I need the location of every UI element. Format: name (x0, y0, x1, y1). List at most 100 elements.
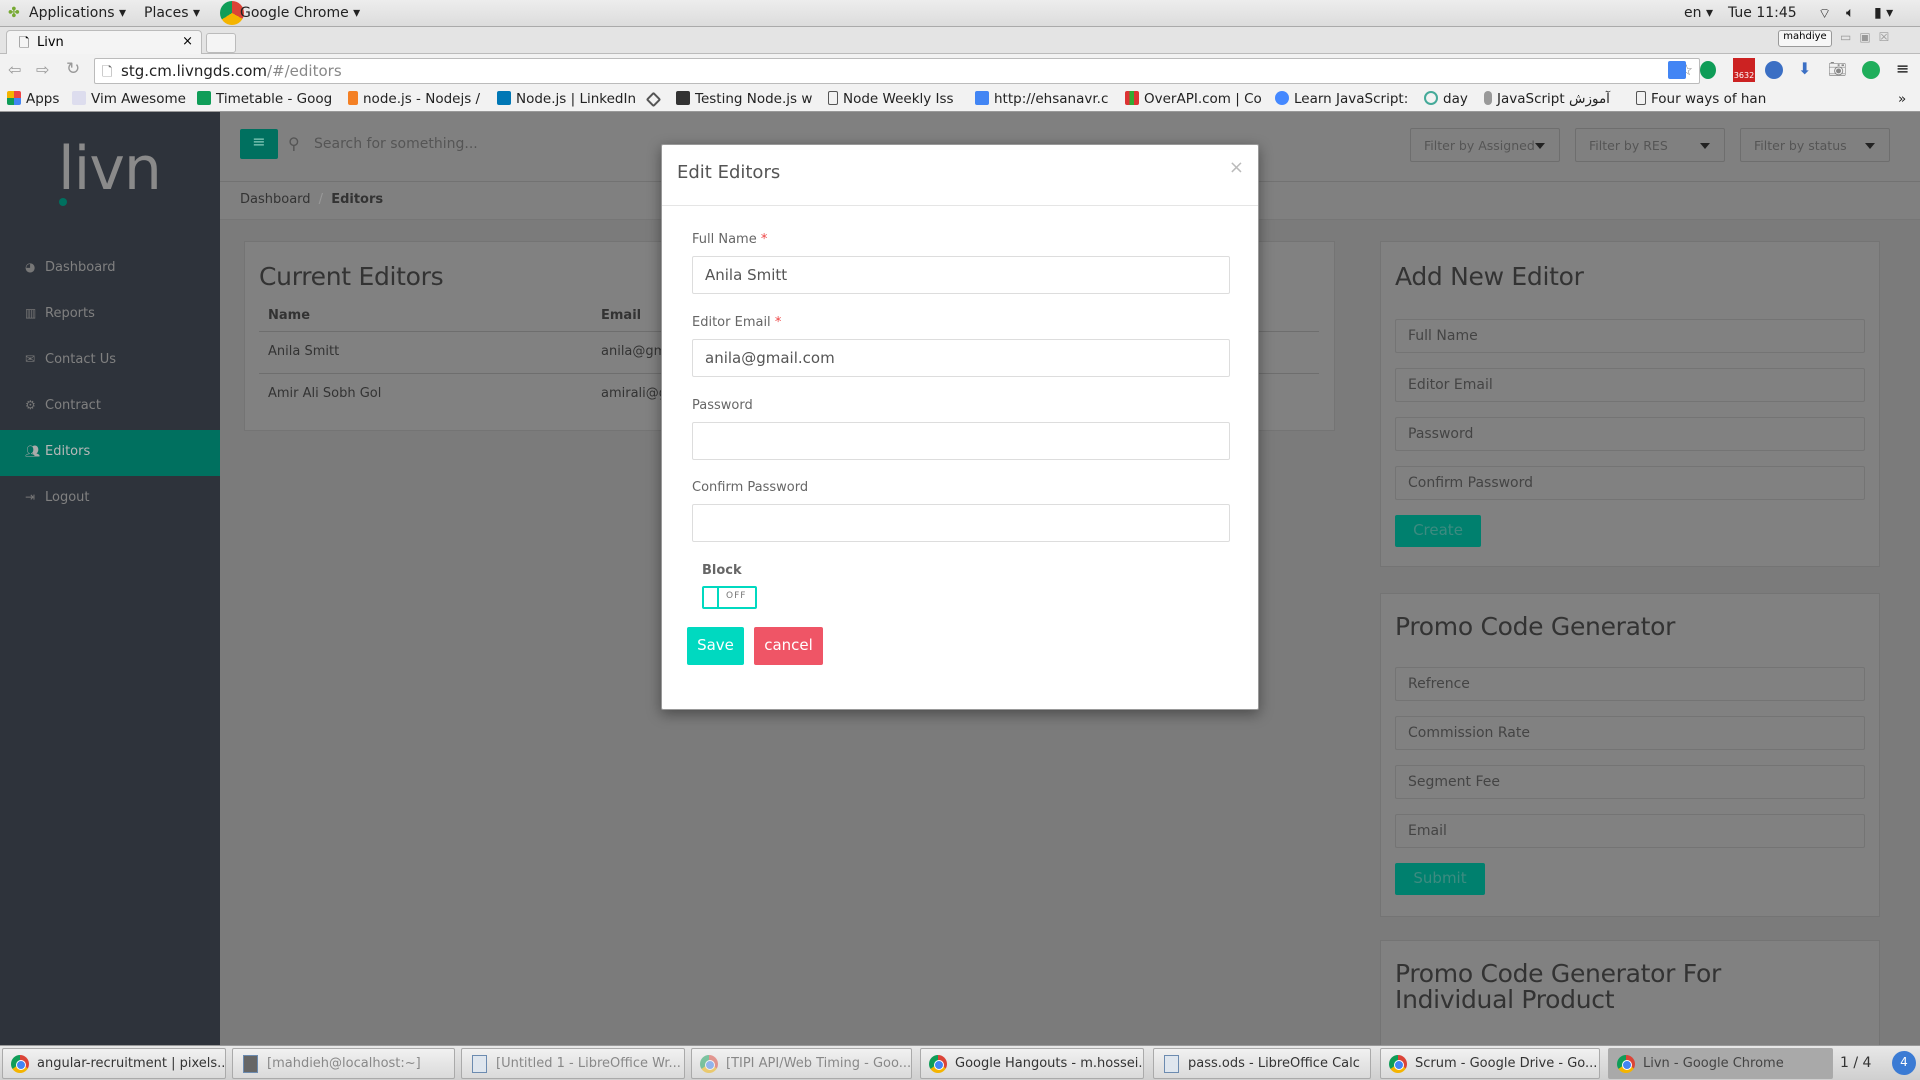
taskbar-item[interactable]: [Untitled 1 - LibreOffice Wr... (461, 1048, 685, 1079)
close-icon[interactable]: × (1229, 157, 1244, 178)
sidebar-item-dashboard[interactable]: ◕ Dashboard (0, 246, 220, 292)
applications-label: Applications (29, 5, 115, 21)
bookmark-learn-js[interactable]: Learn JavaScript: (1275, 91, 1408, 107)
envelope-icon: ✉ (25, 352, 36, 366)
filter-assigned-dropdown[interactable]: Filter by Assigned (1410, 128, 1560, 162)
taskbar-item[interactable]: pass.ods - LibreOffice Calc (1153, 1048, 1371, 1079)
battery-icon[interactable]: ▮ ▾ (1874, 5, 1893, 21)
bookmark-overapi[interactable]: OverAPI.com | Co (1125, 91, 1262, 107)
taskbar-item[interactable]: Scrum - Google Drive - Go... (1380, 1048, 1600, 1079)
filter-res-dropdown[interactable]: Filter by RES (1575, 128, 1725, 162)
bar-chart-icon: ▥ (25, 306, 37, 320)
email-label: Editor Email * (692, 315, 781, 330)
gmail-checker-icon[interactable]: 3632 (1733, 58, 1755, 82)
bookmark-node-weekly[interactable]: Node Weekly Iss (828, 91, 954, 107)
promo-email-input[interactable]: Email (1395, 814, 1865, 848)
bookmark-timetable[interactable]: Timetable - Goog (197, 91, 332, 107)
places-menu[interactable]: Places ▾ (144, 5, 200, 21)
taskbar-label: Livn - Google Chrome (1643, 1056, 1784, 1071)
profile-button[interactable]: mahdiye (1778, 30, 1832, 47)
bookmark-linkedin[interactable]: Node.js | LinkedIn (497, 91, 636, 107)
submit-button[interactable]: Submit (1395, 863, 1485, 895)
workspace-switcher[interactable]: 1 / 4 (1840, 1055, 1871, 1071)
bookmark-stackoverflow[interactable]: node.js - Nodejs / (348, 91, 480, 107)
new-confirm-password-input[interactable]: Confirm Password (1395, 466, 1865, 500)
bookmark-ehsanavr[interactable]: http://ehsanavr.c (975, 91, 1108, 107)
menu-toggle-button[interactable]: ≡ (240, 129, 278, 159)
taskbar-item-active[interactable]: Livn - Google Chrome (1608, 1048, 1833, 1079)
segment-fee-input[interactable]: Segment Fee (1395, 765, 1865, 799)
sidebar-item-logout[interactable]: ⇥ Logout (0, 476, 220, 522)
breadcrumb-dashboard[interactable]: Dashboard (240, 192, 311, 207)
active-app-menu[interactable]: Google Chrome ▾ (240, 5, 360, 21)
bookmark-testing-node[interactable]: Testing Node.js w (676, 91, 812, 107)
taskbar-item[interactable]: [TIPI API/Web Timing - Goo... (691, 1048, 912, 1079)
bookmark-day[interactable]: day (1424, 91, 1468, 107)
sidebar-item-contract[interactable]: ⚙ Contract (0, 384, 220, 430)
bookmark-label: JavaScript آموزش (1497, 91, 1610, 107)
breadcrumb-editors: Editors (331, 192, 384, 207)
bookmarks-overflow-icon[interactable]: » (1898, 91, 1906, 107)
bookmark-label: Vim Awesome (91, 91, 186, 107)
search-input[interactable]: Search for something... (314, 136, 714, 152)
os-top-bar: ✤ Applications ▾ Places ▾ Google Chrome … (0, 0, 1920, 27)
new-full-name-input[interactable]: Full Name (1395, 319, 1865, 353)
email-input[interactable]: anila@gmail.com (692, 339, 1230, 377)
page-icon (828, 91, 838, 105)
sidebar: livn ◕ Dashboard ▥ Reports ✉ Contact Us ⚙ Co… (0, 112, 220, 1045)
new-email-input[interactable]: Editor Email (1395, 368, 1865, 402)
password-input[interactable] (692, 422, 1230, 460)
nav-label: Dashboard (45, 260, 116, 275)
reference-input[interactable]: Refrence (1395, 667, 1865, 701)
bookmark-diamond[interactable] (645, 91, 664, 108)
sidebar-item-editors[interactable]: 👥︎ Editors (0, 430, 220, 476)
filter-status-dropdown[interactable]: Filter by status (1740, 128, 1890, 162)
full-name-input[interactable]: Anila Smitt (692, 256, 1230, 294)
wifi-icon[interactable]: ⌔ (1818, 5, 1831, 23)
bookmark-four-ways[interactable]: Four ways of han (1636, 91, 1766, 107)
page-icon: 🗋︎ (19, 36, 30, 51)
taskbar-item[interactable]: angular-recruitment | pixels... (2, 1048, 226, 1079)
create-button[interactable]: Create (1395, 515, 1481, 547)
taskbar-label: Google Hangouts - m.hossei... (955, 1056, 1144, 1071)
address-bar[interactable]: 🗋︎ stg.cm.livngds.com/#/editors ☆ (94, 58, 1700, 84)
confirm-password-input[interactable] (692, 504, 1230, 542)
back-icon[interactable]: ⇦ (8, 60, 21, 79)
taskbar-item[interactable]: [mahdieh@localhost:~] (232, 1048, 455, 1079)
grammarly-icon[interactable] (1862, 61, 1880, 79)
window-controls[interactable]: ▭▣☒ (1840, 30, 1897, 44)
bookmark-js-farsi[interactable]: JavaScript آموزش (1484, 91, 1610, 107)
cancel-button[interactable]: cancel (754, 627, 823, 665)
commission-rate-input[interactable]: Commission Rate (1395, 716, 1865, 750)
apps-grid-icon (7, 91, 21, 105)
google-translate-icon[interactable] (1668, 61, 1686, 79)
volume-icon[interactable]: 🔈︎ (1846, 5, 1854, 21)
bookmark-vim-awesome[interactable]: Vim Awesome (72, 91, 186, 107)
taskbar-item[interactable]: Google Hangouts - m.hossei... (920, 1048, 1144, 1079)
terminal-icon (243, 1055, 258, 1073)
new-password-input[interactable]: Password (1395, 417, 1865, 451)
tab-livn[interactable]: 🗋︎ Livn × (6, 30, 202, 54)
bookmark-apps[interactable]: Apps (7, 91, 59, 107)
forward-icon[interactable]: ⇨ (36, 60, 49, 79)
language-menu[interactable]: en ▾ (1684, 5, 1713, 21)
stackoverflow-icon (348, 91, 358, 105)
card-title: Promo Code Generator (1395, 612, 1676, 641)
calc-icon (1164, 1055, 1179, 1073)
reload-icon[interactable]: ↻ (66, 59, 80, 79)
notification-badge[interactable]: 4 (1892, 1051, 1916, 1075)
hangouts-icon[interactable] (1700, 61, 1716, 79)
globe-icon[interactable] (1765, 61, 1783, 79)
new-tab-button[interactable] (206, 33, 236, 53)
close-tab-icon[interactable]: × (182, 34, 193, 49)
sidebar-item-contact-us[interactable]: ✉ Contact Us (0, 338, 220, 384)
save-button[interactable]: Save (687, 627, 744, 665)
download-icon[interactable]: ⬇ (1798, 59, 1811, 78)
clock[interactable]: Tue 11:45 (1728, 5, 1797, 21)
block-toggle[interactable]: OFF (702, 586, 757, 609)
card-title: Promo Code Generator For Individual Prod… (1395, 959, 1721, 1014)
sidebar-item-reports[interactable]: ▥ Reports (0, 292, 220, 338)
applications-menu[interactable]: Applications ▾ (29, 5, 126, 21)
chrome-menu-icon[interactable]: ≡ (1896, 59, 1909, 78)
camera-icon[interactable]: 📷︎ (1828, 60, 1847, 78)
